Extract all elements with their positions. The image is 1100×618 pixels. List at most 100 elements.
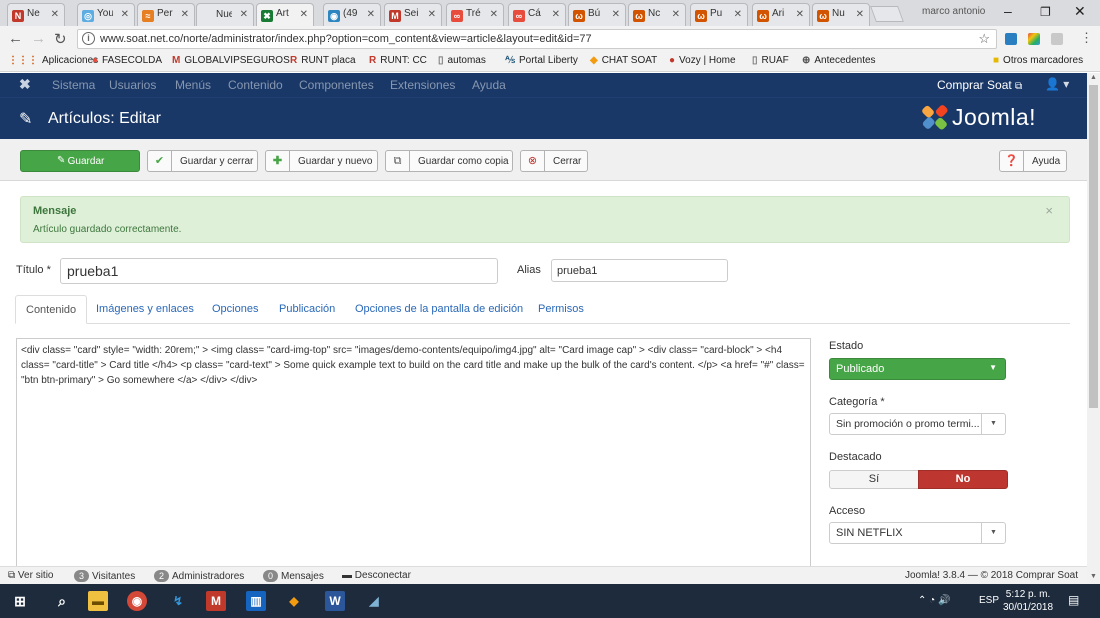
tray-icons[interactable]: ⌃ ◔ 🔊 bbox=[918, 595, 950, 606]
chrome-icon[interactable]: ◉ bbox=[127, 591, 147, 611]
menu-ayuda[interactable]: Ayuda bbox=[472, 78, 506, 92]
menu-extensiones[interactable]: Extensiones bbox=[390, 78, 455, 92]
tab-imagenes[interactable]: Imágenes y enlaces bbox=[96, 295, 194, 324]
close-tab-icon[interactable]: ✕ bbox=[552, 9, 560, 20]
close-icon[interactable]: × bbox=[1045, 203, 1053, 218]
destacado-yes-button[interactable]: Sí bbox=[829, 470, 919, 489]
browser-tab[interactable]: Nueva ✕ bbox=[196, 3, 254, 26]
tab-publicacion[interactable]: Publicación bbox=[279, 295, 335, 324]
browser-tab[interactable]: ω Nc ✕ bbox=[628, 3, 686, 26]
lightning-app-icon[interactable]: ↯ bbox=[168, 591, 188, 611]
close-tab-icon[interactable]: ✕ bbox=[367, 9, 375, 20]
bookmark-otros[interactable]: ■ Otros marcadores bbox=[993, 55, 1083, 66]
bookmark-fasecolda[interactable]: ● FASECOLDA bbox=[92, 55, 162, 66]
menu-contenido[interactable]: Contenido bbox=[228, 78, 283, 92]
windows-start-icon[interactable]: ⊞ bbox=[10, 591, 30, 611]
search-icon[interactable]: ⌕ bbox=[52, 591, 72, 611]
bookmark-runt-placa[interactable]: R RUNT placa bbox=[290, 55, 356, 66]
notifications-icon[interactable]: ▤ bbox=[1068, 593, 1079, 607]
trello-icon[interactable]: ▥ bbox=[246, 591, 266, 611]
taskbar-clock[interactable]: 5:12 p. m. 30/01/2018 bbox=[1003, 588, 1053, 614]
extension-icon[interactable] bbox=[1005, 33, 1017, 45]
close-tab-icon[interactable]: ✕ bbox=[428, 9, 436, 20]
help-button[interactable]: ❓ Ayuda bbox=[999, 150, 1067, 172]
reload-icon[interactable]: ↻ bbox=[54, 30, 67, 48]
browser-tab[interactable]: M Sei ✕ bbox=[384, 3, 442, 26]
view-site-link[interactable]: Comprar Soat ⧉ bbox=[937, 78, 1022, 92]
save-close-button[interactable]: ✔ Guardar y cerrar bbox=[147, 150, 258, 172]
browser-tab[interactable]: ✖ Art ✕ bbox=[256, 3, 314, 26]
user-menu-icon[interactable]: 👤 ▾ bbox=[1045, 77, 1069, 91]
estado-select[interactable]: Publicado ▼ bbox=[829, 358, 1006, 380]
close-tab-icon[interactable]: ✕ bbox=[856, 9, 864, 20]
extension-icon[interactable] bbox=[1028, 33, 1040, 45]
browser-tab[interactable]: ω Pu ✕ bbox=[690, 3, 748, 26]
tab-contenido[interactable]: Contenido bbox=[15, 295, 88, 324]
app-icon[interactable]: ◢ bbox=[364, 591, 384, 611]
browser-tab[interactable]: ∞ Cá ✕ bbox=[508, 3, 566, 26]
menu-componentes[interactable]: Componentes bbox=[299, 78, 374, 92]
bookmark-vozy[interactable]: ● Vozy | Home bbox=[669, 55, 736, 66]
tab-opciones-pantalla[interactable]: Opciones de la pantalla de edición bbox=[355, 295, 523, 324]
bookmark-runt-cc[interactable]: R RUNT: CC bbox=[369, 55, 427, 66]
file-explorer-icon[interactable]: ▬ bbox=[88, 591, 108, 611]
browser-tab[interactable]: ω Bú ✕ bbox=[568, 3, 626, 26]
menu-menus[interactable]: Menús bbox=[175, 78, 211, 92]
url-input[interactable]: i www.soat.net.co/norte/administrator/in… bbox=[77, 29, 997, 49]
save-new-button[interactable]: ✚ Guardar y nuevo bbox=[265, 150, 378, 172]
close-button[interactable]: ⊗ Cerrar bbox=[520, 150, 588, 172]
info-icon[interactable]: i bbox=[82, 32, 95, 45]
app-icon[interactable]: ◆ bbox=[284, 591, 304, 611]
tab-permisos[interactable]: Permisos bbox=[538, 295, 584, 324]
word-icon[interactable]: W bbox=[325, 591, 345, 611]
bookmark-portal-liberty[interactable]: ⅍ Portal Liberty bbox=[505, 55, 578, 66]
bookmark-star-icon[interactable]: ☆ bbox=[978, 31, 990, 47]
categoria-select[interactable]: Sin promoción o promo termi... ▼ bbox=[829, 413, 1006, 435]
menu-sistema[interactable]: Sistema bbox=[52, 78, 95, 92]
browser-tab[interactable]: ω Nu ✕ bbox=[812, 3, 870, 26]
mensajes-link[interactable]: 0 Mensajes bbox=[263, 570, 324, 582]
menu-usuarios[interactable]: Usuarios bbox=[109, 78, 156, 92]
title-input[interactable]: prueba1 bbox=[60, 258, 498, 284]
bookmark-antecedentes[interactable]: ⊕ Antecedentes bbox=[802, 55, 876, 66]
back-icon[interactable]: ← bbox=[8, 30, 23, 47]
forward-icon[interactable]: → bbox=[31, 30, 46, 47]
save-copy-button[interactable]: ⧉ Guardar como copia bbox=[385, 150, 513, 172]
close-tab-icon[interactable]: ✕ bbox=[672, 9, 680, 20]
close-tab-icon[interactable]: ✕ bbox=[121, 9, 129, 20]
restore-icon[interactable]: ❐ bbox=[1040, 5, 1051, 19]
bookmark-ruaf[interactable]: ▯ RUAF bbox=[752, 55, 789, 66]
browser-tab[interactable]: N Ne ✕ bbox=[7, 3, 65, 26]
close-tab-icon[interactable]: ✕ bbox=[734, 9, 742, 20]
close-tab-icon[interactable]: ✕ bbox=[300, 9, 308, 20]
destacado-no-button[interactable]: No bbox=[918, 470, 1008, 489]
administradores-link[interactable]: 2 Administradores bbox=[154, 570, 244, 582]
browser-tab[interactable]: ω Ari ✕ bbox=[752, 3, 810, 26]
bookmark-globalvip[interactable]: M GLOBALVIPSEGUROS bbox=[172, 55, 290, 66]
extension-icon[interactable] bbox=[1051, 33, 1063, 45]
language-indicator[interactable]: ESP bbox=[979, 595, 999, 606]
visitantes-link[interactable]: 3 Visitantes bbox=[74, 570, 135, 582]
close-tab-icon[interactable]: ✕ bbox=[490, 9, 498, 20]
browser-profile-name[interactable]: marco antonio bbox=[922, 6, 985, 17]
browser-tab[interactable]: ◉ (49 ✕ bbox=[323, 3, 381, 26]
browser-tab[interactable]: ∞ Tré ✕ bbox=[446, 3, 504, 26]
bookmark-chat-soat[interactable]: ◆ CHAT SOAT bbox=[590, 55, 657, 66]
ver-sitio-link[interactable]: ⧉ Ver sitio bbox=[8, 570, 54, 581]
close-tab-icon[interactable]: ✕ bbox=[612, 9, 620, 20]
tab-opciones[interactable]: Opciones bbox=[212, 295, 258, 324]
bookmark-apps[interactable]: ⋮⋮⋮ Aplicaciones bbox=[8, 55, 98, 66]
close-tab-icon[interactable]: ✕ bbox=[181, 9, 189, 20]
desconectar-link[interactable]: ▬ Desconectar bbox=[342, 570, 411, 581]
browser-tab[interactable]: ◎ You ✕ bbox=[77, 3, 135, 26]
scroll-up-icon[interactable]: ▲ bbox=[1090, 74, 1097, 81]
joomla-logo-icon[interactable]: ✖ bbox=[19, 76, 31, 93]
minimize-icon[interactable]: – bbox=[1004, 3, 1012, 19]
scroll-down-icon[interactable]: ▼ bbox=[1090, 573, 1097, 580]
mail-icon[interactable]: M bbox=[206, 591, 226, 611]
scrollbar-thumb[interactable] bbox=[1089, 85, 1098, 408]
browser-tab[interactable]: ≈ Per ✕ bbox=[137, 3, 195, 26]
menu-kebab-icon[interactable]: ⋮ bbox=[1080, 30, 1093, 46]
new-tab-button[interactable] bbox=[870, 6, 904, 22]
page-scrollbar[interactable]: ▲ ▼ bbox=[1087, 73, 1100, 584]
